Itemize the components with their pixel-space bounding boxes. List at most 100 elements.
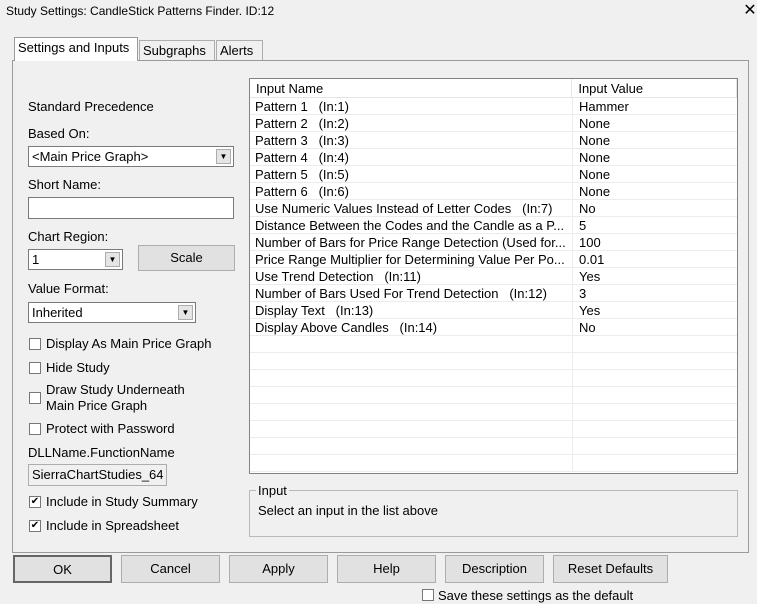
- empty-cell: [573, 404, 737, 420]
- input-value[interactable]: 100: [573, 234, 737, 250]
- standard-precedence-label: Standard Precedence: [28, 99, 154, 114]
- empty-cell: [573, 438, 737, 454]
- empty-cell: [250, 336, 573, 352]
- input-value[interactable]: None: [573, 183, 737, 199]
- input-value[interactable]: None: [573, 115, 737, 131]
- cancel-button[interactable]: Cancel: [121, 555, 220, 583]
- input-row[interactable]: Pattern 2 (In:2) None: [250, 115, 737, 132]
- input-row[interactable]: Price Range Multiplier for Determining V…: [250, 251, 737, 268]
- ok-button[interactable]: OK: [13, 555, 112, 583]
- empty-cell: [250, 421, 573, 437]
- chevron-down-icon[interactable]: ▼: [216, 149, 231, 164]
- input-value[interactable]: Yes: [573, 302, 737, 318]
- input-value[interactable]: None: [573, 149, 737, 165]
- input-name: Display Above Candles (In:14): [250, 319, 573, 335]
- input-name: Price Range Multiplier for Determining V…: [250, 251, 573, 267]
- input-name: Use Trend Detection (In:11): [250, 268, 573, 284]
- empty-row: [250, 404, 737, 421]
- draw-study-underneath-label-line2: Main Price Graph: [46, 398, 148, 413]
- draw-study-underneath-checkbox[interactable]: [29, 392, 41, 404]
- include-in-study-summary-checkbox[interactable]: ✔: [29, 496, 41, 508]
- input-row[interactable]: Pattern 5 (In:5) None: [250, 166, 737, 183]
- inputs-list[interactable]: Input Name Input Value Pattern 1 (In:1) H…: [249, 78, 738, 474]
- chevron-down-icon[interactable]: ▼: [105, 252, 120, 267]
- input-name: Number of Bars Used For Trend Detection …: [250, 285, 573, 301]
- scale-button[interactable]: Scale: [138, 245, 235, 271]
- tab-subgraphs[interactable]: Subgraphs: [139, 40, 215, 61]
- based-on-select[interactable]: <Main Price Graph> ▼: [28, 146, 234, 167]
- save-as-default-label: Save these settings as the default: [438, 588, 634, 603]
- empty-cell: [573, 387, 737, 403]
- chart-region-label: Chart Region:: [28, 229, 109, 244]
- empty-cell: [573, 370, 737, 386]
- input-row[interactable]: Pattern 6 (In:6) None: [250, 183, 737, 200]
- input-row[interactable]: Display Above Candles (In:14) No: [250, 319, 737, 336]
- column-header-input-name[interactable]: Input Name: [250, 79, 573, 97]
- dll-name-label: DLLName.FunctionName: [28, 445, 175, 460]
- empty-cell: [573, 421, 737, 437]
- input-value[interactable]: None: [573, 166, 737, 182]
- short-name-input[interactable]: [28, 197, 234, 219]
- input-description-text: Select an input in the list above: [258, 503, 438, 518]
- based-on-value: <Main Price Graph>: [32, 149, 149, 164]
- hide-study-checkbox[interactable]: [29, 362, 41, 374]
- draw-study-underneath-label: Draw Study Underneath: [46, 382, 185, 397]
- input-row[interactable]: Distance Between the Codes and the Candl…: [250, 217, 737, 234]
- empty-cell: [250, 455, 573, 471]
- include-in-spreadsheet-checkbox[interactable]: ✔: [29, 520, 41, 532]
- input-row[interactable]: Pattern 1 (In:1) Hammer: [250, 98, 737, 115]
- empty-cell: [573, 336, 737, 352]
- tab-settings-and-inputs[interactable]: Settings and Inputs: [14, 37, 138, 61]
- input-name: Use Numeric Values Instead of Letter Cod…: [250, 200, 573, 216]
- input-row[interactable]: Use Numeric Values Instead of Letter Cod…: [250, 200, 737, 217]
- empty-row: [250, 336, 737, 353]
- input-row[interactable]: Pattern 3 (In:3) None: [250, 132, 737, 149]
- empty-cell: [250, 370, 573, 386]
- input-row[interactable]: Pattern 4 (In:4) None: [250, 149, 737, 166]
- chevron-down-icon[interactable]: ▼: [178, 305, 193, 320]
- save-as-default-checkbox[interactable]: [422, 589, 434, 601]
- hide-study-label: Hide Study: [46, 360, 110, 375]
- value-format-select[interactable]: Inherited ▼: [28, 302, 196, 323]
- tab-alerts[interactable]: Alerts: [216, 40, 263, 61]
- empty-row: [250, 370, 737, 387]
- input-row[interactable]: Number of Bars Used For Trend Detection …: [250, 285, 737, 302]
- display-as-main-price-graph-checkbox[interactable]: [29, 338, 41, 350]
- chart-region-select[interactable]: 1 ▼: [28, 249, 123, 270]
- list-header: Input Name Input Value: [250, 79, 737, 98]
- input-value[interactable]: Yes: [573, 268, 737, 284]
- input-value[interactable]: 0.01: [573, 251, 737, 267]
- input-value[interactable]: None: [573, 132, 737, 148]
- close-icon[interactable]: ✕: [743, 0, 757, 20]
- dll-name-field: SierraChartStudies_64: [28, 464, 167, 486]
- input-value[interactable]: 3: [573, 285, 737, 301]
- based-on-label: Based On:: [28, 126, 90, 141]
- empty-cell: [250, 387, 573, 403]
- input-row[interactable]: Use Trend Detection (In:11) Yes: [250, 268, 737, 285]
- empty-row: [250, 353, 737, 370]
- include-in-study-summary-label: Include in Study Summary: [46, 494, 198, 509]
- input-value[interactable]: No: [573, 200, 737, 216]
- input-value[interactable]: No: [573, 319, 737, 335]
- display-as-main-price-graph-label: Display As Main Price Graph: [46, 336, 212, 351]
- column-header-input-value[interactable]: Input Value: [572, 79, 737, 97]
- empty-cell: [250, 353, 573, 369]
- input-row[interactable]: Display Text (In:13) Yes: [250, 302, 737, 319]
- apply-button[interactable]: Apply: [229, 555, 328, 583]
- input-name: Pattern 5 (In:5): [250, 166, 573, 182]
- input-name: Pattern 1 (In:1): [250, 98, 573, 114]
- help-button[interactable]: Help: [337, 555, 436, 583]
- input-group-label: Input: [256, 483, 289, 498]
- protect-with-password-checkbox[interactable]: [29, 423, 41, 435]
- chart-region-value: 1: [32, 252, 40, 267]
- reset-defaults-button[interactable]: Reset Defaults: [553, 555, 668, 583]
- input-name: Pattern 6 (In:6): [250, 183, 573, 199]
- input-value[interactable]: Hammer: [573, 98, 737, 114]
- empty-row: [250, 455, 737, 472]
- include-in-spreadsheet-label: Include in Spreadsheet: [46, 518, 179, 533]
- input-name: Pattern 4 (In:4): [250, 149, 573, 165]
- input-value[interactable]: 5: [573, 217, 737, 233]
- input-row[interactable]: Number of Bars for Price Range Detection…: [250, 234, 737, 251]
- value-format-value: Inherited: [32, 305, 83, 320]
- description-button[interactable]: Description: [445, 555, 544, 583]
